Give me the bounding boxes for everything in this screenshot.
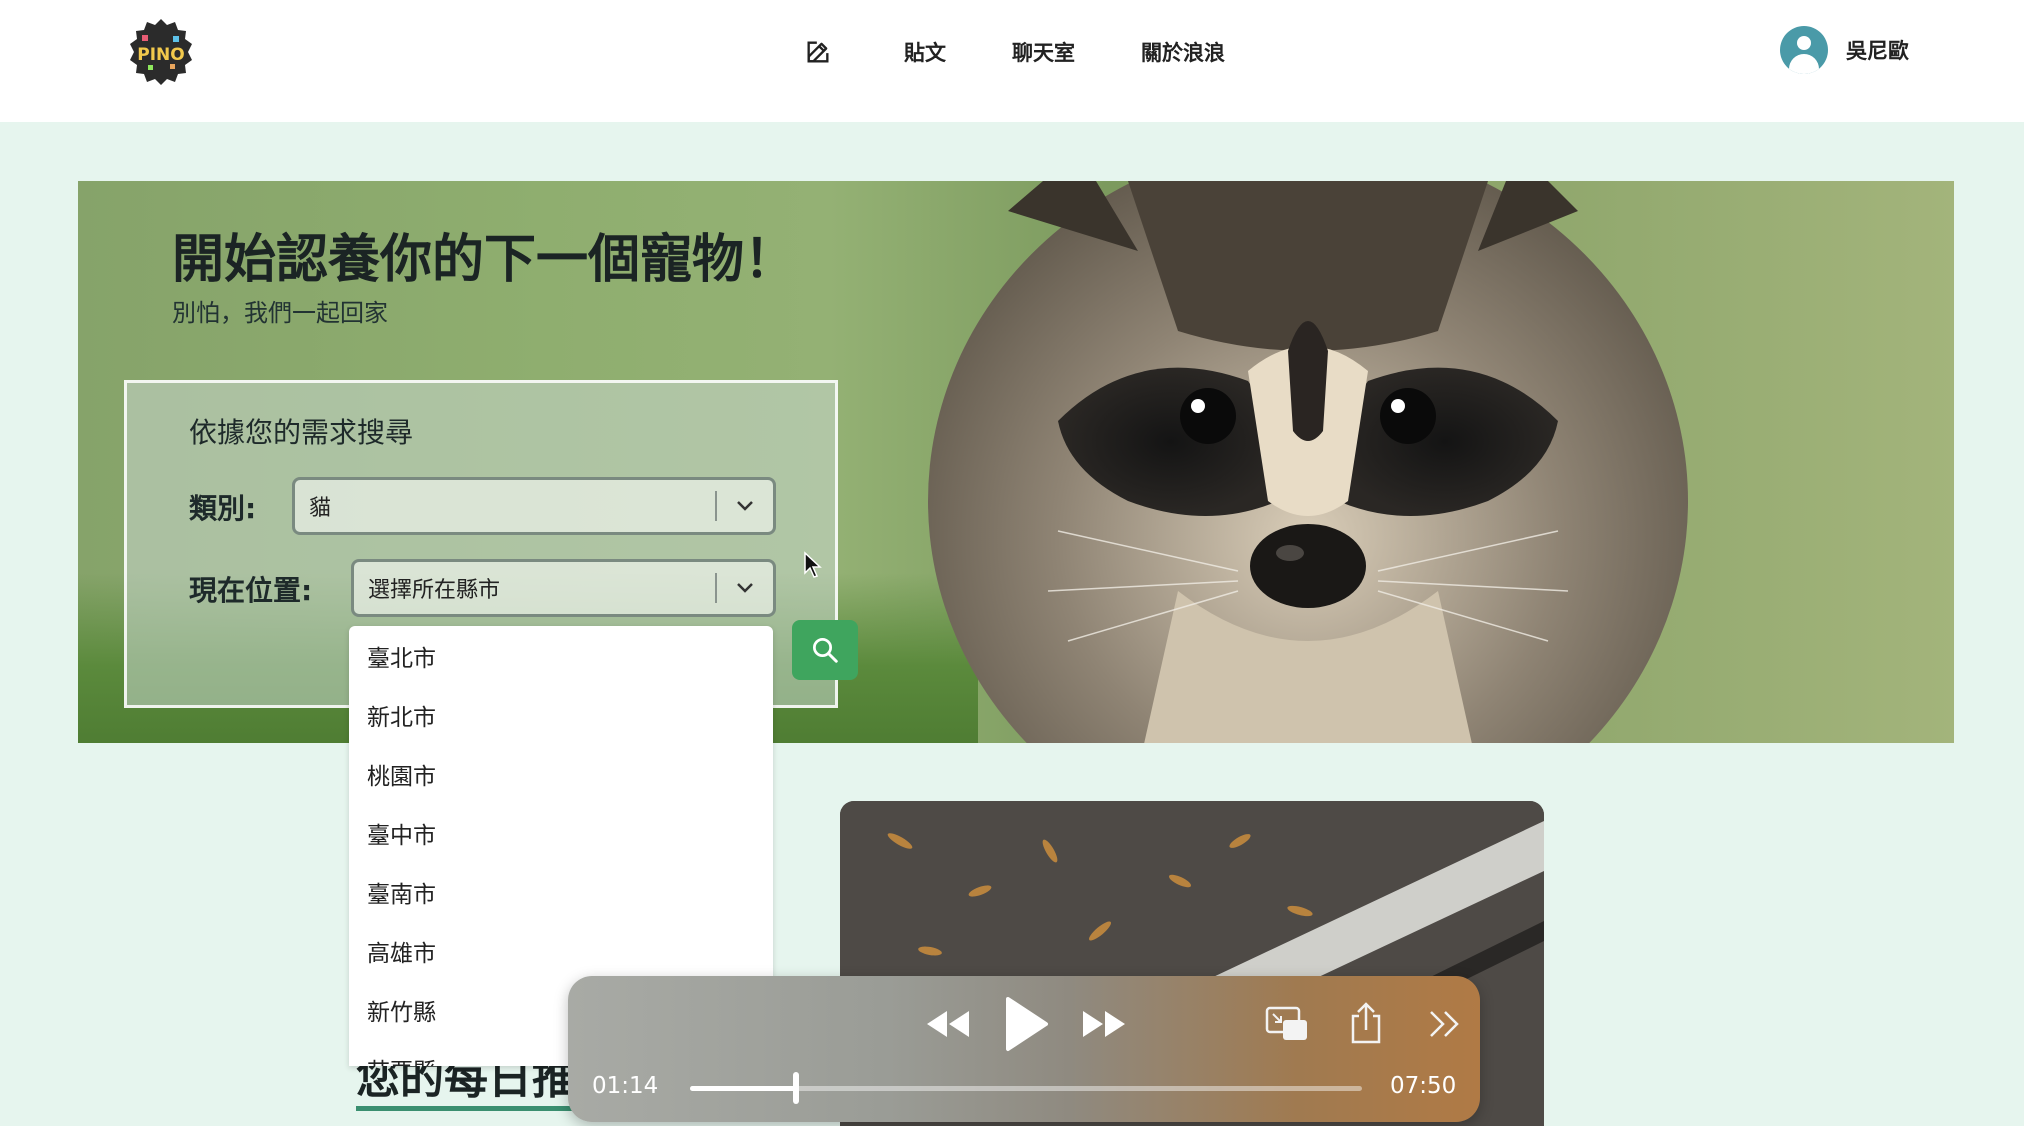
user-name: 吳尼歐 bbox=[1846, 39, 1909, 63]
hero-title: 開始認養你的下一個寵物！ bbox=[172, 230, 797, 290]
location-placeholder: 選擇所在縣市 bbox=[368, 578, 501, 603]
play-icon bbox=[1006, 997, 1048, 1051]
more-options-button[interactable] bbox=[1424, 1004, 1464, 1044]
dropdown-option[interactable]: 桃園市 bbox=[349, 744, 773, 803]
nav-about-strays[interactable]: 關於浪浪 bbox=[1141, 37, 1225, 67]
dropdown-option[interactable]: 臺南市 bbox=[349, 862, 773, 921]
fast-forward-button[interactable] bbox=[1076, 1002, 1132, 1046]
category-value: 貓 bbox=[309, 496, 332, 521]
rewind-icon bbox=[927, 1011, 969, 1037]
play-button[interactable] bbox=[998, 992, 1054, 1056]
progress-fill bbox=[690, 1086, 797, 1091]
category-label: 類別: bbox=[189, 492, 257, 525]
dropdown-option[interactable]: 臺中市 bbox=[349, 803, 773, 862]
raccoon-photo bbox=[928, 181, 1688, 743]
share-icon bbox=[1351, 1002, 1381, 1044]
rewind-button[interactable] bbox=[920, 1002, 976, 1046]
fast-forward-icon bbox=[1083, 1011, 1125, 1037]
location-label: 現在位置: bbox=[189, 574, 313, 607]
dropdown-option[interactable]: 臺北市 bbox=[349, 626, 773, 685]
logo-text: PINO bbox=[137, 45, 184, 65]
search-title: 依據您的需求搜尋 bbox=[189, 416, 414, 449]
dropdown-option[interactable]: 高雄市 bbox=[349, 921, 773, 980]
avatar[interactable] bbox=[1780, 26, 1828, 74]
nav-chatroom[interactable]: 聊天室 bbox=[1012, 37, 1075, 67]
location-select[interactable]: 選擇所在縣市 bbox=[351, 559, 776, 617]
current-time: 01:14 bbox=[592, 1073, 659, 1099]
share-button[interactable] bbox=[1346, 1000, 1386, 1046]
pino-logo[interactable]: PINO bbox=[126, 17, 196, 87]
mouse-cursor-icon bbox=[804, 551, 822, 578]
total-time: 07:50 bbox=[1390, 1073, 1457, 1099]
picture-in-picture-icon bbox=[1265, 1006, 1307, 1040]
scrubber-handle[interactable] bbox=[793, 1072, 800, 1104]
progress-scrubber[interactable] bbox=[690, 1072, 1362, 1104]
dropdown-option[interactable]: 新北市 bbox=[349, 685, 773, 744]
user-menu[interactable]: 吳尼歐 bbox=[1780, 26, 1909, 74]
picture-in-picture-button[interactable] bbox=[1264, 1002, 1310, 1046]
video-player-controls: 01:14 07:50 bbox=[568, 976, 1480, 1122]
chevron-down-icon[interactable] bbox=[717, 499, 773, 513]
top-navbar: PINO 貼文 聊天室 關於浪浪 吳尼歐 bbox=[0, 0, 2024, 122]
hero-subtitle: 別怕，我們一起回家 bbox=[172, 299, 388, 327]
double-chevron-right-icon bbox=[1430, 1011, 1459, 1037]
edit-icon[interactable] bbox=[802, 36, 834, 68]
main-nav: 貼文 聊天室 關於浪浪 bbox=[802, 30, 1225, 74]
category-select[interactable]: 貓 bbox=[292, 477, 776, 535]
chevron-down-icon[interactable] bbox=[717, 581, 773, 595]
search-icon bbox=[813, 638, 838, 663]
nav-posts[interactable]: 貼文 bbox=[904, 37, 946, 67]
search-button[interactable] bbox=[792, 620, 858, 680]
